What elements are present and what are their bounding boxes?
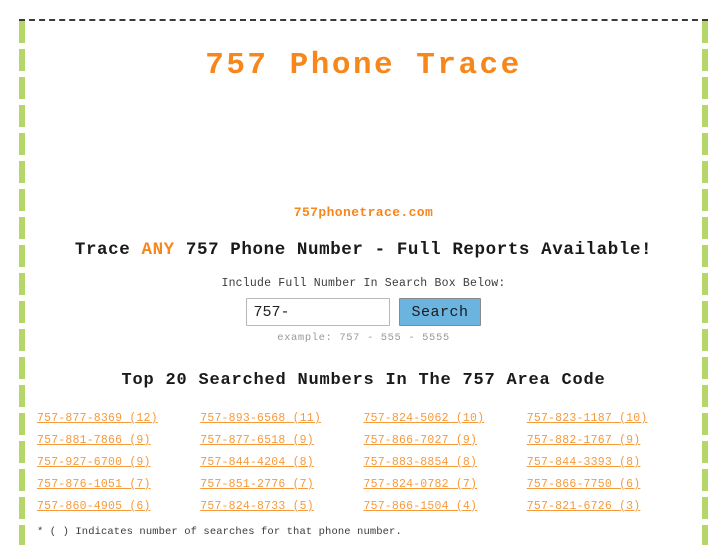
phone-number-link[interactable]: 757-824-0782 (7)	[364, 477, 478, 492]
search-count-footnote: * ( ) Indicates number of searches for t…	[37, 526, 402, 538]
phone-number-link[interactable]: 757-882-1767 (9)	[527, 433, 641, 448]
phone-number-link[interactable]: 757-881-7866 (9)	[37, 433, 151, 448]
tagline-part-after: 757 Phone Number - Full Reports Availabl…	[174, 240, 653, 260]
phone-number-link[interactable]: 757-866-7750 (6)	[527, 477, 641, 492]
phone-number-link[interactable]: 757-877-6518 (9)	[200, 433, 314, 448]
search-input[interactable]	[246, 298, 391, 326]
tagline-part-before: Trace	[74, 240, 142, 260]
tagline: Trace ANY 757 Phone Number - Full Report…	[25, 240, 702, 260]
search-example-hint: example: 757 - 555 - 5555	[277, 332, 450, 344]
search-button[interactable]: Search	[399, 298, 481, 326]
phone-number-link[interactable]: 757-866-7027 (9)	[364, 433, 478, 448]
phone-number-link[interactable]: 757-844-3393 (8)	[527, 455, 641, 470]
phone-number-link[interactable]: 757-927-6700 (9)	[37, 455, 151, 470]
phone-number-link[interactable]: 757-883-8854 (8)	[364, 455, 478, 470]
right-green-rail	[702, 21, 708, 545]
search-form: Search	[25, 298, 702, 326]
top-numbers-grid: 757-877-8369 (12) 757-893-6568 (11) 757-…	[25, 411, 702, 514]
phone-number-link[interactable]: 757-821-6726 (3)	[527, 499, 641, 514]
phone-number-link[interactable]: 757-844-4204 (8)	[200, 455, 314, 470]
ad-placeholder-area	[25, 83, 702, 205]
phone-number-link[interactable]: 757-893-6568 (11)	[200, 411, 321, 426]
site-domain-text: 757phonetrace.com	[293, 205, 434, 220]
tagline-highlight: ANY	[141, 240, 175, 260]
top-numbers-heading: Top 20 Searched Numbers In The 757 Area …	[121, 371, 606, 390]
phone-number-link[interactable]: 757-851-2776 (7)	[200, 477, 314, 492]
phone-number-link[interactable]: 757-877-8369 (12)	[37, 411, 158, 426]
phone-number-link[interactable]: 757-823-1187 (10)	[527, 411, 648, 426]
phone-number-link[interactable]: 757-866-1504 (4)	[364, 499, 478, 514]
search-instruction-label: Include Full Number In Search Box Below:	[221, 277, 506, 290]
phone-number-link[interactable]: 757-824-8733 (5)	[200, 499, 314, 514]
page-content: 757 Phone Trace 757phonetrace.com Trace …	[25, 19, 702, 545]
phone-number-link[interactable]: 757-824-5062 (10)	[364, 411, 485, 426]
phone-number-link[interactable]: 757-860-4905 (6)	[37, 499, 151, 514]
phone-number-link[interactable]: 757-876-1051 (7)	[37, 477, 151, 492]
page-title: 757 Phone Trace	[205, 48, 522, 83]
